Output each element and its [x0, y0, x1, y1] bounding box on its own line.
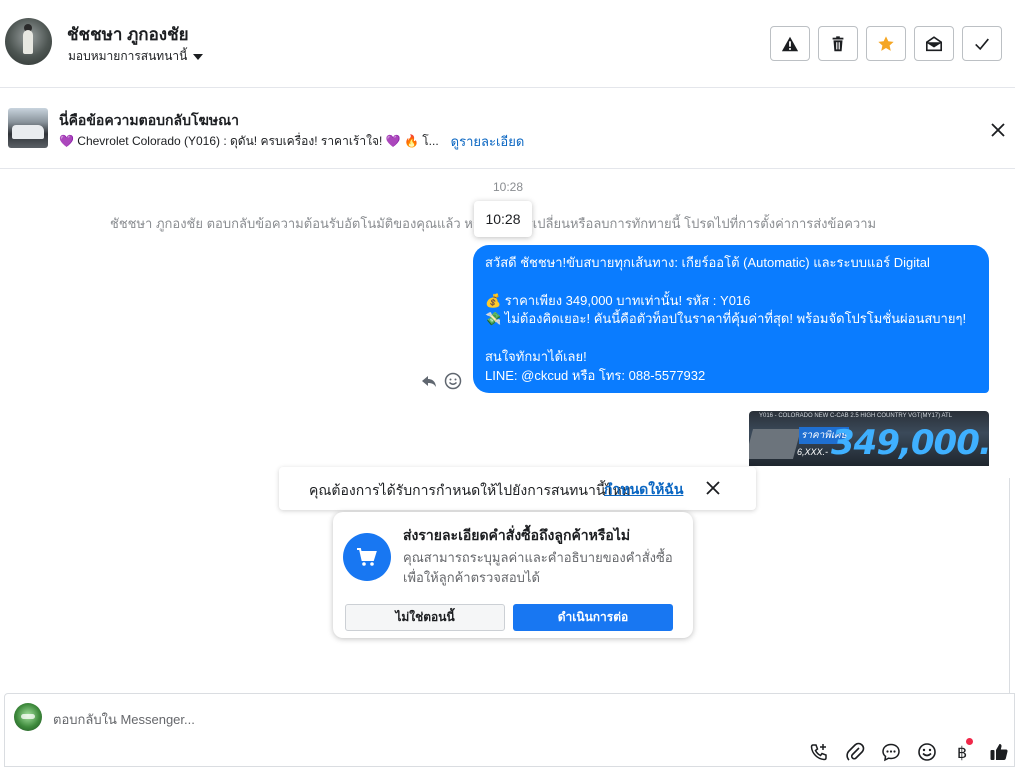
- ad-thumbnail[interactable]: [8, 108, 48, 148]
- attach-icon[interactable]: [845, 742, 865, 762]
- outgoing-message-bubble[interactable]: สวัสดี ชัชชษา!ขับสบายทุกเส้นทาง: เกียร์อ…: [473, 245, 989, 393]
- message-line: 💸 ไม่ต้องคิดเยอะ! คันนี้คือตัวท็อปในราคา…: [485, 311, 967, 327]
- message-timestamp: 10:28: [493, 180, 524, 194]
- truck-shape: [749, 429, 802, 459]
- image-message[interactable]: Y016 - COLORADO NEW C-CAB 2.5 HIGH COUNT…: [749, 411, 989, 466]
- order-card-description: คุณสามารถระบุมูลค่าและคำอธิบายของคำสั่งซ…: [403, 550, 673, 585]
- saved-replies-icon[interactable]: [881, 742, 901, 762]
- emoji-icon[interactable]: [917, 742, 937, 762]
- message-line: สนใจทักมาได้เลย!: [485, 348, 587, 364]
- mark-unread-button[interactable]: [914, 26, 954, 61]
- assign-prompt: คุณต้องการได้รับการกำหนดให้ไปยังการสนทนา…: [279, 467, 756, 510]
- image-installment: 6,XXX.-: [797, 447, 829, 457]
- not-now-button[interactable]: ไม่ใช่ตอนนี้: [345, 604, 505, 631]
- ad-banner-title: นี่คือข้อความตอบกลับโฆษณา: [59, 112, 239, 128]
- report-button[interactable]: [770, 26, 810, 61]
- ad-details-link[interactable]: ดูรายละเอียด: [451, 131, 525, 152]
- ad-reply-banner: นี่คือข้อความตอบกลับโฆษณา 💜 Chevrolet Co…: [0, 89, 1015, 169]
- image-headline: Y016 - COLORADO NEW C-CAB 2.5 HIGH COUNT…: [759, 413, 953, 419]
- delete-button[interactable]: [818, 26, 858, 61]
- close-icon[interactable]: [705, 480, 721, 496]
- order-card-title: ส่งรายละเอียดคำสั่งซื้อถึงลูกค้าหรือไม่: [403, 527, 631, 543]
- continue-button[interactable]: ดำเนินการต่อ: [513, 604, 673, 631]
- avatar-logo: [21, 714, 35, 719]
- trash-icon: [832, 35, 844, 51]
- page-avatar: [14, 703, 42, 731]
- avatar-figure: [23, 30, 33, 54]
- order-details-card: ส่งรายละเอียดคำสั่งซื้อถึงลูกค้าหรือไม่ …: [333, 512, 693, 638]
- conversation-header: ชัชชษา ภูกองชัย มอบหมายการสนทนานี้: [0, 0, 1015, 88]
- contact-name[interactable]: ชัชชษา ภูกองชัย: [67, 21, 189, 48]
- star-icon: [878, 35, 894, 51]
- like-icon[interactable]: [989, 742, 1009, 762]
- message-line: LINE: @ckcud หรือ โทร: 088-5577932: [485, 367, 706, 383]
- reply-icon[interactable]: [420, 372, 438, 390]
- contact-avatar[interactable]: [5, 18, 52, 65]
- car-shape: [12, 125, 44, 139]
- assign-prompt-question: คุณต้องการได้รับการกำหนดให้ไปยังการสนทนา…: [309, 482, 631, 498]
- star-button[interactable]: [866, 26, 906, 61]
- assign-dropdown[interactable]: มอบหมายการสนทนานี้: [68, 47, 204, 66]
- ad-subtitle-text: 💜 Chevrolet Colorado (Y016) : ดุดัน! ครบ…: [59, 134, 439, 148]
- message-line: สวัสดี ชัชชษา!ขับสบายทุกเส้นทาง: เกียร์อ…: [485, 255, 930, 270]
- close-icon[interactable]: [989, 121, 1007, 139]
- message-line: [485, 329, 977, 348]
- react-emoji-icon[interactable]: [444, 372, 462, 390]
- message-line: 💰 ราคาเพียง 349,000 บาทเท่านั้น! รหัส : …: [485, 292, 751, 308]
- assign-label: มอบหมายการสนทนานี้: [68, 49, 188, 63]
- checkmark-icon: [975, 38, 989, 50]
- svg-text:฿: ฿: [957, 743, 967, 762]
- done-button[interactable]: [962, 26, 1002, 61]
- shopping-cart-icon: [343, 533, 391, 581]
- notification-dot: [966, 738, 973, 745]
- time-tooltip: 10:28: [474, 201, 532, 237]
- warning-icon: [781, 36, 799, 51]
- add-call-icon[interactable]: [809, 742, 829, 762]
- image-price: 349,000.-: [831, 423, 989, 463]
- assign-to-me-link[interactable]: กำหนดให้ฉัน: [604, 479, 683, 501]
- envelope-open-icon: [925, 35, 943, 51]
- reply-input[interactable]: ตอบกลับใน Messenger...: [53, 709, 195, 730]
- message-line: [485, 273, 977, 292]
- ad-banner-subtitle: 💜 Chevrolet Colorado (Y016) : ดุดัน! ครบ…: [59, 131, 524, 152]
- caret-down-icon: [193, 53, 204, 60]
- divider: [1009, 478, 1010, 693]
- payment-icon[interactable]: ฿: [953, 742, 973, 762]
